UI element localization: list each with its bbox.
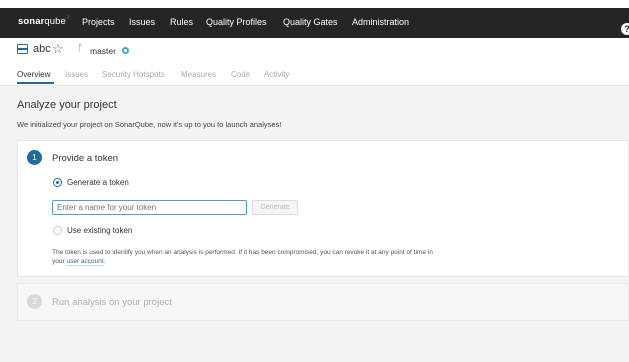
tab-code[interactable]: Code (231, 70, 250, 79)
use-existing-token-radio[interactable] (53, 226, 62, 235)
token-help-text: The token is used to identify you when a… (52, 249, 433, 266)
step-number-badge: 1 (27, 150, 42, 165)
nav-quality-profiles[interactable]: Quality Profiles (206, 17, 267, 27)
tab-measures[interactable]: Measures (181, 70, 216, 79)
active-tab-indicator (17, 82, 54, 84)
nav-rules[interactable]: Rules (170, 17, 193, 27)
branch-icon: ᚠ (77, 43, 83, 54)
page-description: We initialized your project on SonarQube… (17, 120, 282, 129)
nav-projects[interactable]: Projects (82, 17, 115, 27)
project-name[interactable]: abc (33, 43, 51, 55)
tab-issues[interactable]: Issues (65, 70, 88, 79)
project-header: abc ☆ ᚠ master Overview Issues Security … (0, 38, 629, 86)
branch-status-icon (122, 47, 129, 54)
nav-issues[interactable]: Issues (129, 17, 155, 27)
generate-button[interactable]: Generate (252, 200, 298, 215)
branch-name[interactable]: master (90, 46, 116, 56)
tab-activity[interactable]: Activity (264, 70, 289, 79)
help-icon[interactable]: ? (621, 23, 629, 35)
page-title: Analyze your project (17, 99, 117, 111)
logo-arc-icon: ⁾ (66, 14, 69, 23)
project-icon (17, 44, 28, 54)
nav-quality-gates[interactable]: Quality Gates (283, 17, 338, 27)
step-title: Provide a token (52, 153, 119, 164)
top-navbar: sonarqube⁾ Projects Issues Rules Quality… (0, 8, 629, 38)
tab-security-hotspots[interactable]: Security Hotspots (102, 70, 165, 79)
user-account-link[interactable]: user account (66, 257, 104, 266)
tab-overview[interactable]: Overview (17, 70, 50, 79)
token-name-input[interactable] (52, 200, 247, 215)
sonarqube-logo[interactable]: sonarqube⁾ (18, 14, 69, 27)
favorite-star-icon[interactable]: ☆ (52, 41, 64, 57)
nav-administration[interactable]: Administration (352, 17, 409, 27)
generate-token-label[interactable]: Generate a token (67, 178, 129, 187)
step-number-badge-2: 2 (27, 294, 42, 309)
use-existing-token-label[interactable]: Use existing token (67, 226, 132, 235)
generate-token-radio[interactable] (53, 178, 62, 187)
step-title-2: Run analysis on your project (52, 297, 172, 308)
